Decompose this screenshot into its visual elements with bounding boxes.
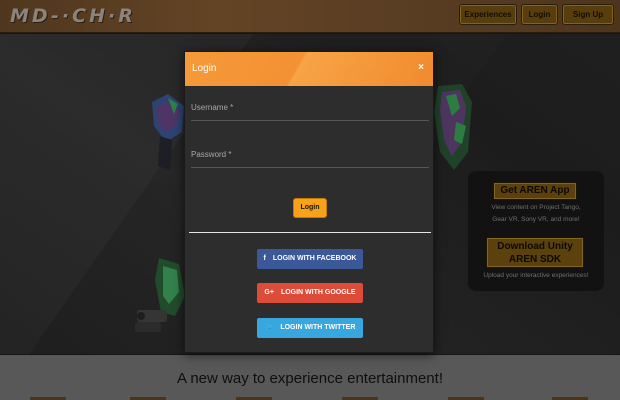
divider [189, 232, 431, 233]
login-modal: Login × Username * Password * Login f LOG… [184, 51, 434, 353]
username-input[interactable] [191, 107, 429, 121]
login-with-twitter-button[interactable]: 🐦 LOGIN WITH TWITTER [257, 318, 363, 338]
modal-header: Login × [185, 52, 433, 86]
close-icon[interactable]: × [418, 62, 424, 73]
password-input[interactable] [191, 154, 429, 168]
facebook-button-label: LOGIN WITH FACEBOOK [272, 255, 357, 262]
facebook-icon: f [263, 255, 266, 262]
google-button-label: LOGIN WITH GOOGLE [280, 289, 356, 296]
twitter-bird-icon: 🐦 [264, 324, 274, 331]
modal-title: Login [192, 63, 217, 74]
login-submit-button[interactable]: Login [293, 198, 327, 218]
google-plus-icon: G+ [264, 289, 274, 296]
login-with-facebook-button[interactable]: f LOGIN WITH FACEBOOK [257, 249, 363, 269]
twitter-button-label: LOGIN WITH TWITTER [280, 324, 356, 331]
login-with-google-button[interactable]: G+ LOGIN WITH GOOGLE [257, 283, 363, 303]
